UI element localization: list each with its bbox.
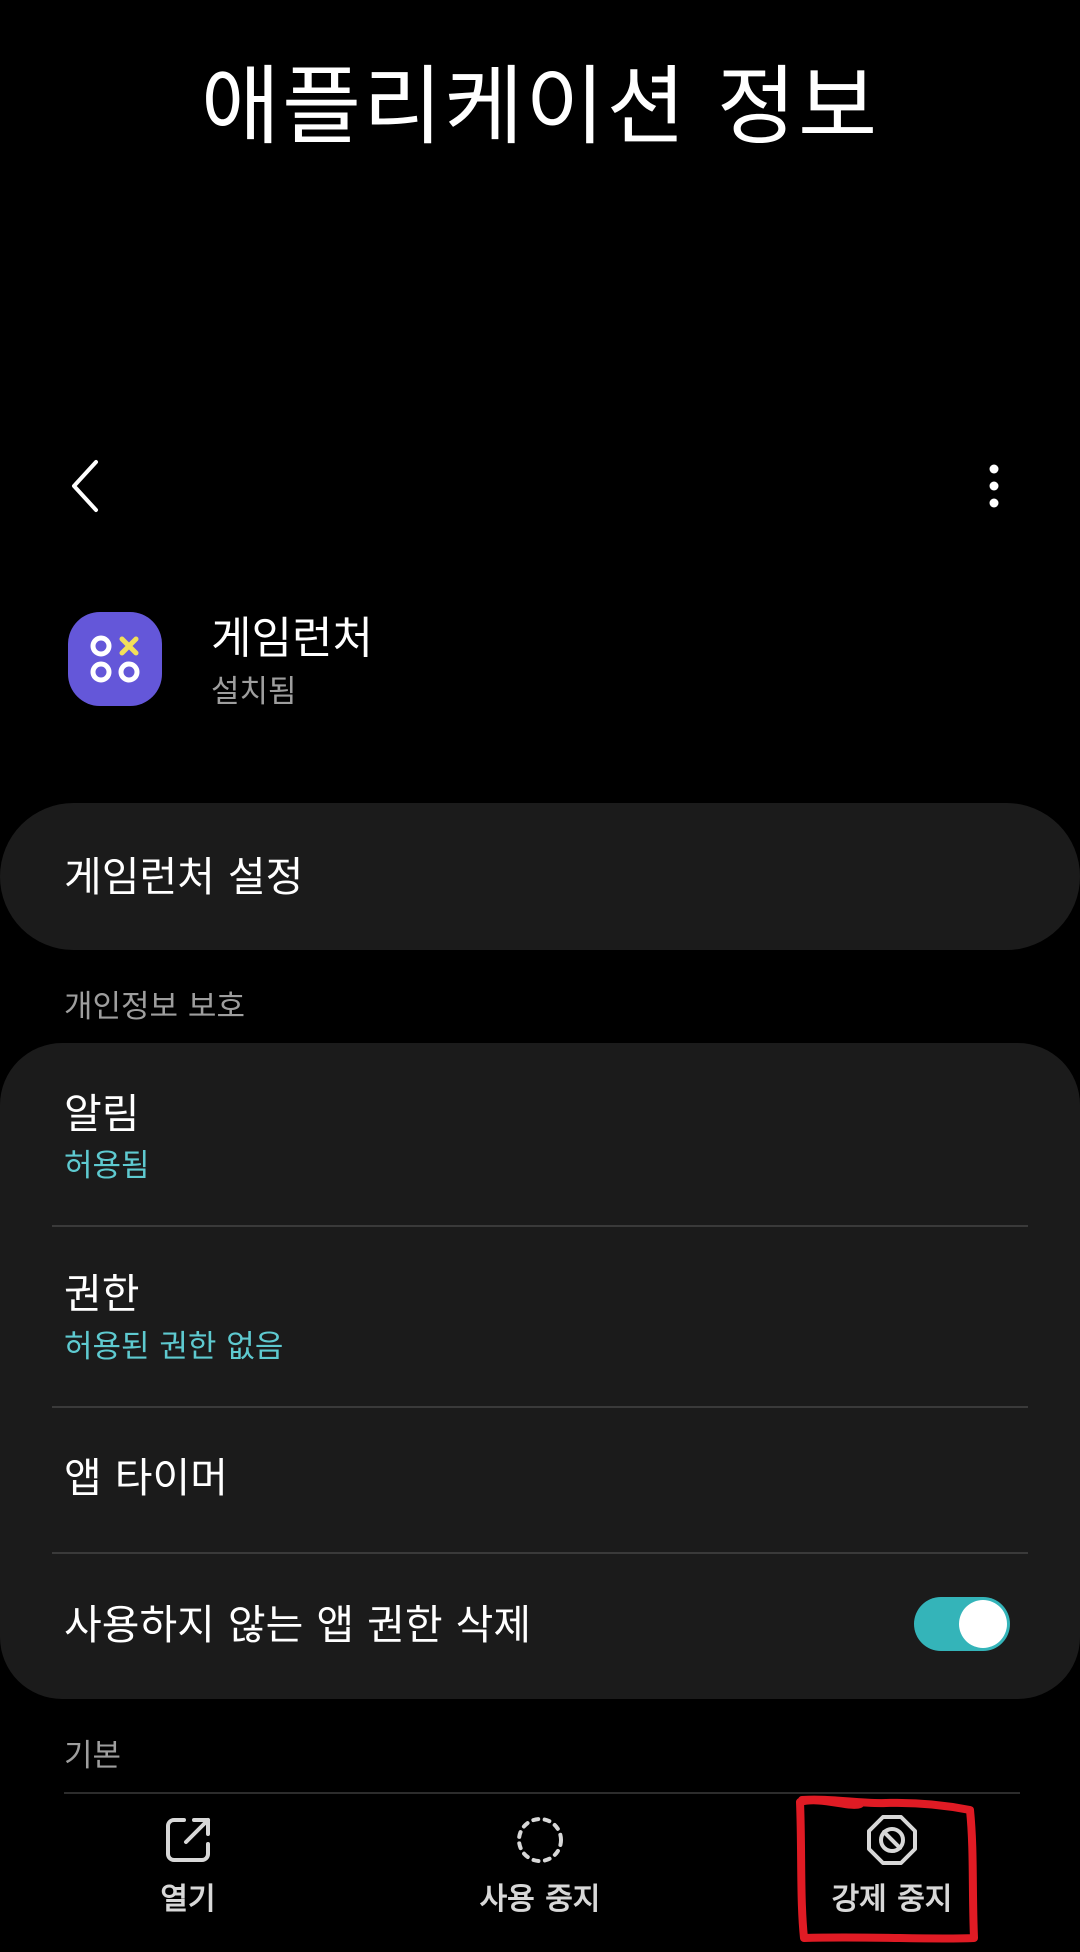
open-external-icon bbox=[160, 1812, 216, 1868]
game-launcher-icon bbox=[68, 612, 162, 706]
remove-unused-permissions-toggle[interactable] bbox=[914, 1597, 1010, 1651]
app-install-status: 설치됨 bbox=[211, 674, 297, 710]
app-settings-button[interactable]: 게임런처 설정 bbox=[0, 803, 1080, 950]
permissions-title: 권한 bbox=[64, 1270, 140, 1318]
notifications-status: 허용됨 bbox=[64, 1148, 150, 1184]
section-header-basic: 기본 bbox=[64, 1738, 122, 1774]
privacy-card: 알림 허용됨 권한 허용된 권한 없음 앱 타이머 사용하지 않는 앱 권한 삭… bbox=[0, 1043, 1080, 1699]
remove-unused-permissions-title: 사용하지 않는 앱 권한 삭제 bbox=[64, 1601, 532, 1649]
more-vertical-icon bbox=[989, 464, 999, 508]
disable-icon bbox=[512, 1812, 568, 1868]
permissions-status: 허용된 권한 없음 bbox=[64, 1329, 284, 1365]
notifications-title: 알림 bbox=[64, 1090, 140, 1138]
app-settings-label: 게임런처 설정 bbox=[64, 853, 304, 901]
back-button[interactable] bbox=[56, 448, 116, 524]
chevron-left-icon bbox=[72, 460, 98, 512]
app-timer-item[interactable]: 앱 타이머 bbox=[0, 1408, 1080, 1553]
open-label: 열기 bbox=[160, 1882, 216, 1917]
page-title: 애플리케이션 정보 bbox=[200, 57, 880, 157]
section-header-privacy: 개인정보 보호 bbox=[64, 989, 245, 1025]
highlight-annotation bbox=[796, 1795, 978, 1943]
app-name: 게임런처 bbox=[211, 613, 373, 664]
notifications-item[interactable]: 알림 허용됨 bbox=[0, 1043, 1080, 1226]
open-button[interactable]: 열기 bbox=[68, 1812, 308, 1932]
permissions-item[interactable]: 권한 허용된 권한 없음 bbox=[0, 1227, 1080, 1407]
app-timer-title: 앱 타이머 bbox=[64, 1454, 228, 1502]
toggle-knob bbox=[959, 1600, 1007, 1648]
disable-label: 사용 중지 bbox=[479, 1882, 601, 1917]
app-header: 게임런처 설치됨 bbox=[68, 612, 968, 712]
more-options-button[interactable] bbox=[964, 448, 1024, 524]
disable-button[interactable]: 사용 중지 bbox=[420, 1812, 660, 1932]
